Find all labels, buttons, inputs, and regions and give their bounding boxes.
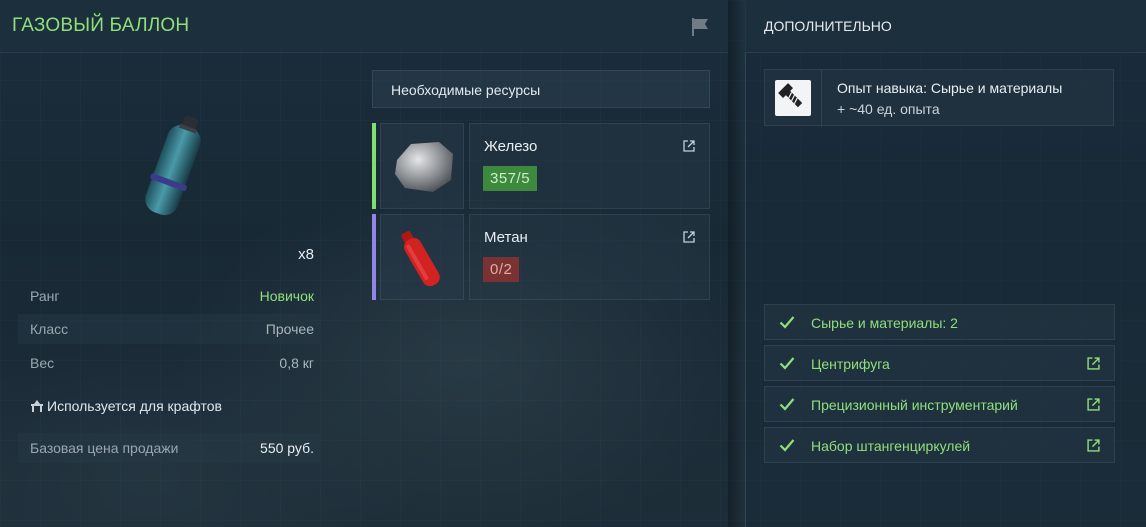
check-icon [779,357,795,370]
check-icon [779,439,795,452]
iron-icon [395,142,453,192]
stat-label: Класс [30,321,69,337]
flag-icon[interactable] [690,17,710,37]
stat-weight: Вес 0,8 кг [18,348,320,378]
panel-divider [728,0,745,527]
status-bar [372,123,376,209]
stat-value: 0,8 кг [279,355,314,371]
skill-icon [775,80,811,116]
stat-label: Ранг [30,288,60,304]
requirement-label: Прецизионный инструментарий [811,397,1018,413]
crafts-label: Используется для крафтов [47,398,222,414]
used-for-crafts[interactable]: Используется для крафтов [30,398,222,414]
item-header: ГАЗОВЫЙ БАЛЛОН [0,0,728,53]
resource-iron[interactable]: Железо 357/5 [372,123,710,209]
resource-thumbnail [380,214,464,300]
item-title: ГАЗОВЫЙ БАЛЛОН [12,15,190,36]
resource-thumbnail [380,123,464,209]
additional-title: ДОПОЛНИТЕЛЬНО [764,18,892,34]
external-link-icon[interactable] [1087,357,1100,370]
resource-methane[interactable]: Метан 0/2 [372,214,710,300]
requirement-centrifuge[interactable]: Центрифуга [764,345,1115,381]
requirement-calipers[interactable]: Набор штангенциркулей [764,427,1115,463]
stat-value: Новичок [259,288,314,304]
check-icon [779,398,795,411]
requirement-label: Сырье и материалы: 2 [811,315,958,331]
status-bar [372,214,376,300]
external-link-icon[interactable] [1087,398,1100,411]
stat-rank: Ранг Новичок [18,281,320,311]
resources-header: Необходимые ресурсы [372,70,710,108]
resource-info: Метан 0/2 [469,214,710,300]
stat-label: Базовая цена продажи [30,440,179,456]
stat-label: Вес [30,355,55,371]
stat-value: 550 руб. [260,440,314,456]
stat-value: Прочее [265,321,314,337]
requirement-precision-tools[interactable]: Прецизионный инструментарий [764,386,1115,422]
resource-count: 0/2 [483,257,520,282]
external-link-icon[interactable] [683,140,695,152]
item-quantity: x8 [298,246,314,263]
resource-info: Железо 357/5 [469,123,710,209]
stat-class: Класс Прочее [18,314,320,344]
resources-title: Необходимые ресурсы [391,82,541,98]
requirement-label: Набор штангенциркулей [811,438,971,454]
stat-price: Базовая цена продажи 550 руб. [18,433,320,463]
skill-experience: Опыт навыка: Сырье и материалы + ~40 ед.… [764,69,1114,127]
resource-name: Метан [484,229,528,246]
resource-name: Железо [484,138,538,155]
workbench-icon [31,400,43,412]
skill-experience-title: Опыт навыка: Сырье и материалы [837,80,1063,96]
requirement-label: Центрифуга [811,356,890,372]
skill-icon-frame [765,70,822,127]
additional-header: ДОПОЛНИТЕЛЬНО [745,0,1146,53]
bolt-icon [778,83,803,108]
resource-count: 357/5 [483,166,538,191]
external-link-icon[interactable] [1087,439,1100,452]
check-icon [779,316,795,329]
requirement-skill: Сырье и материалы: 2 [764,304,1115,340]
gas-cylinder-image [145,115,201,216]
external-link-icon[interactable] [683,231,695,243]
skill-experience-amount: + ~40 ед. опыта [837,101,940,117]
methane-canister-icon [401,230,440,287]
